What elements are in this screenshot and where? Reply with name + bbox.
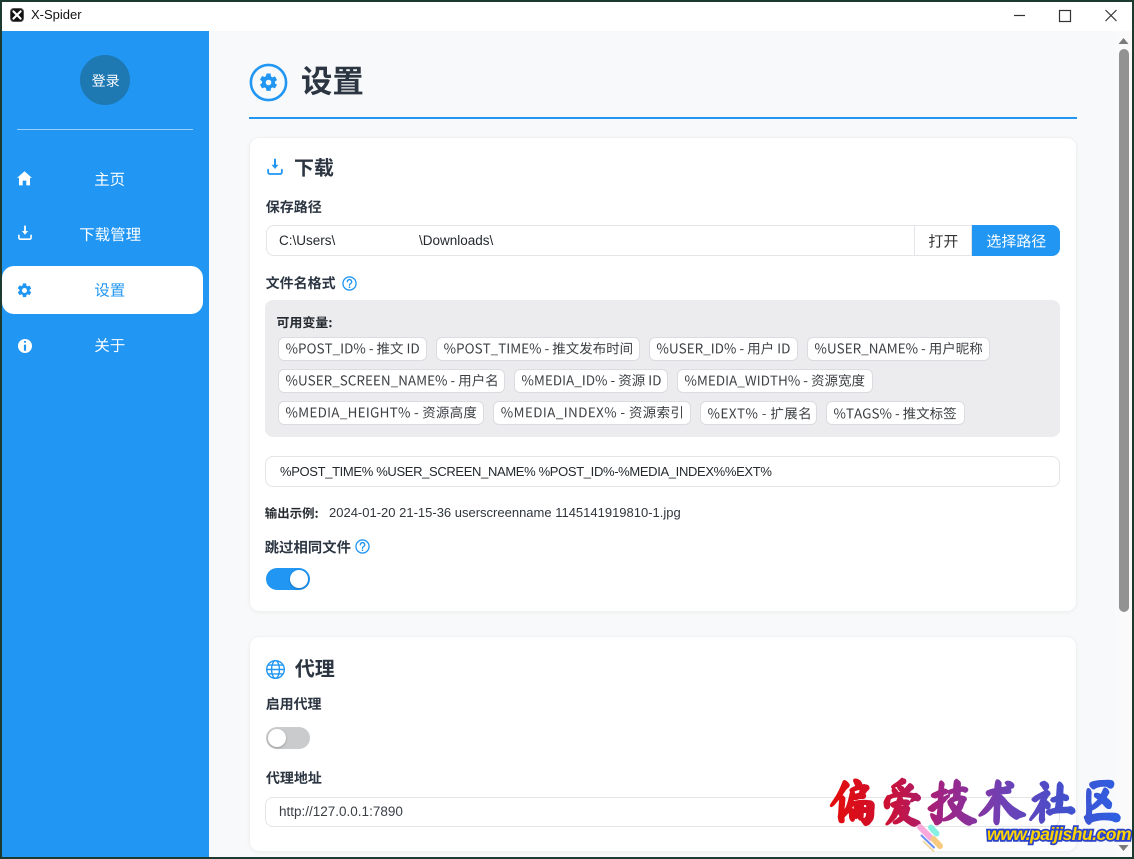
svg-text:www.paijishu.com: www.paijishu.com <box>987 824 1131 844</box>
